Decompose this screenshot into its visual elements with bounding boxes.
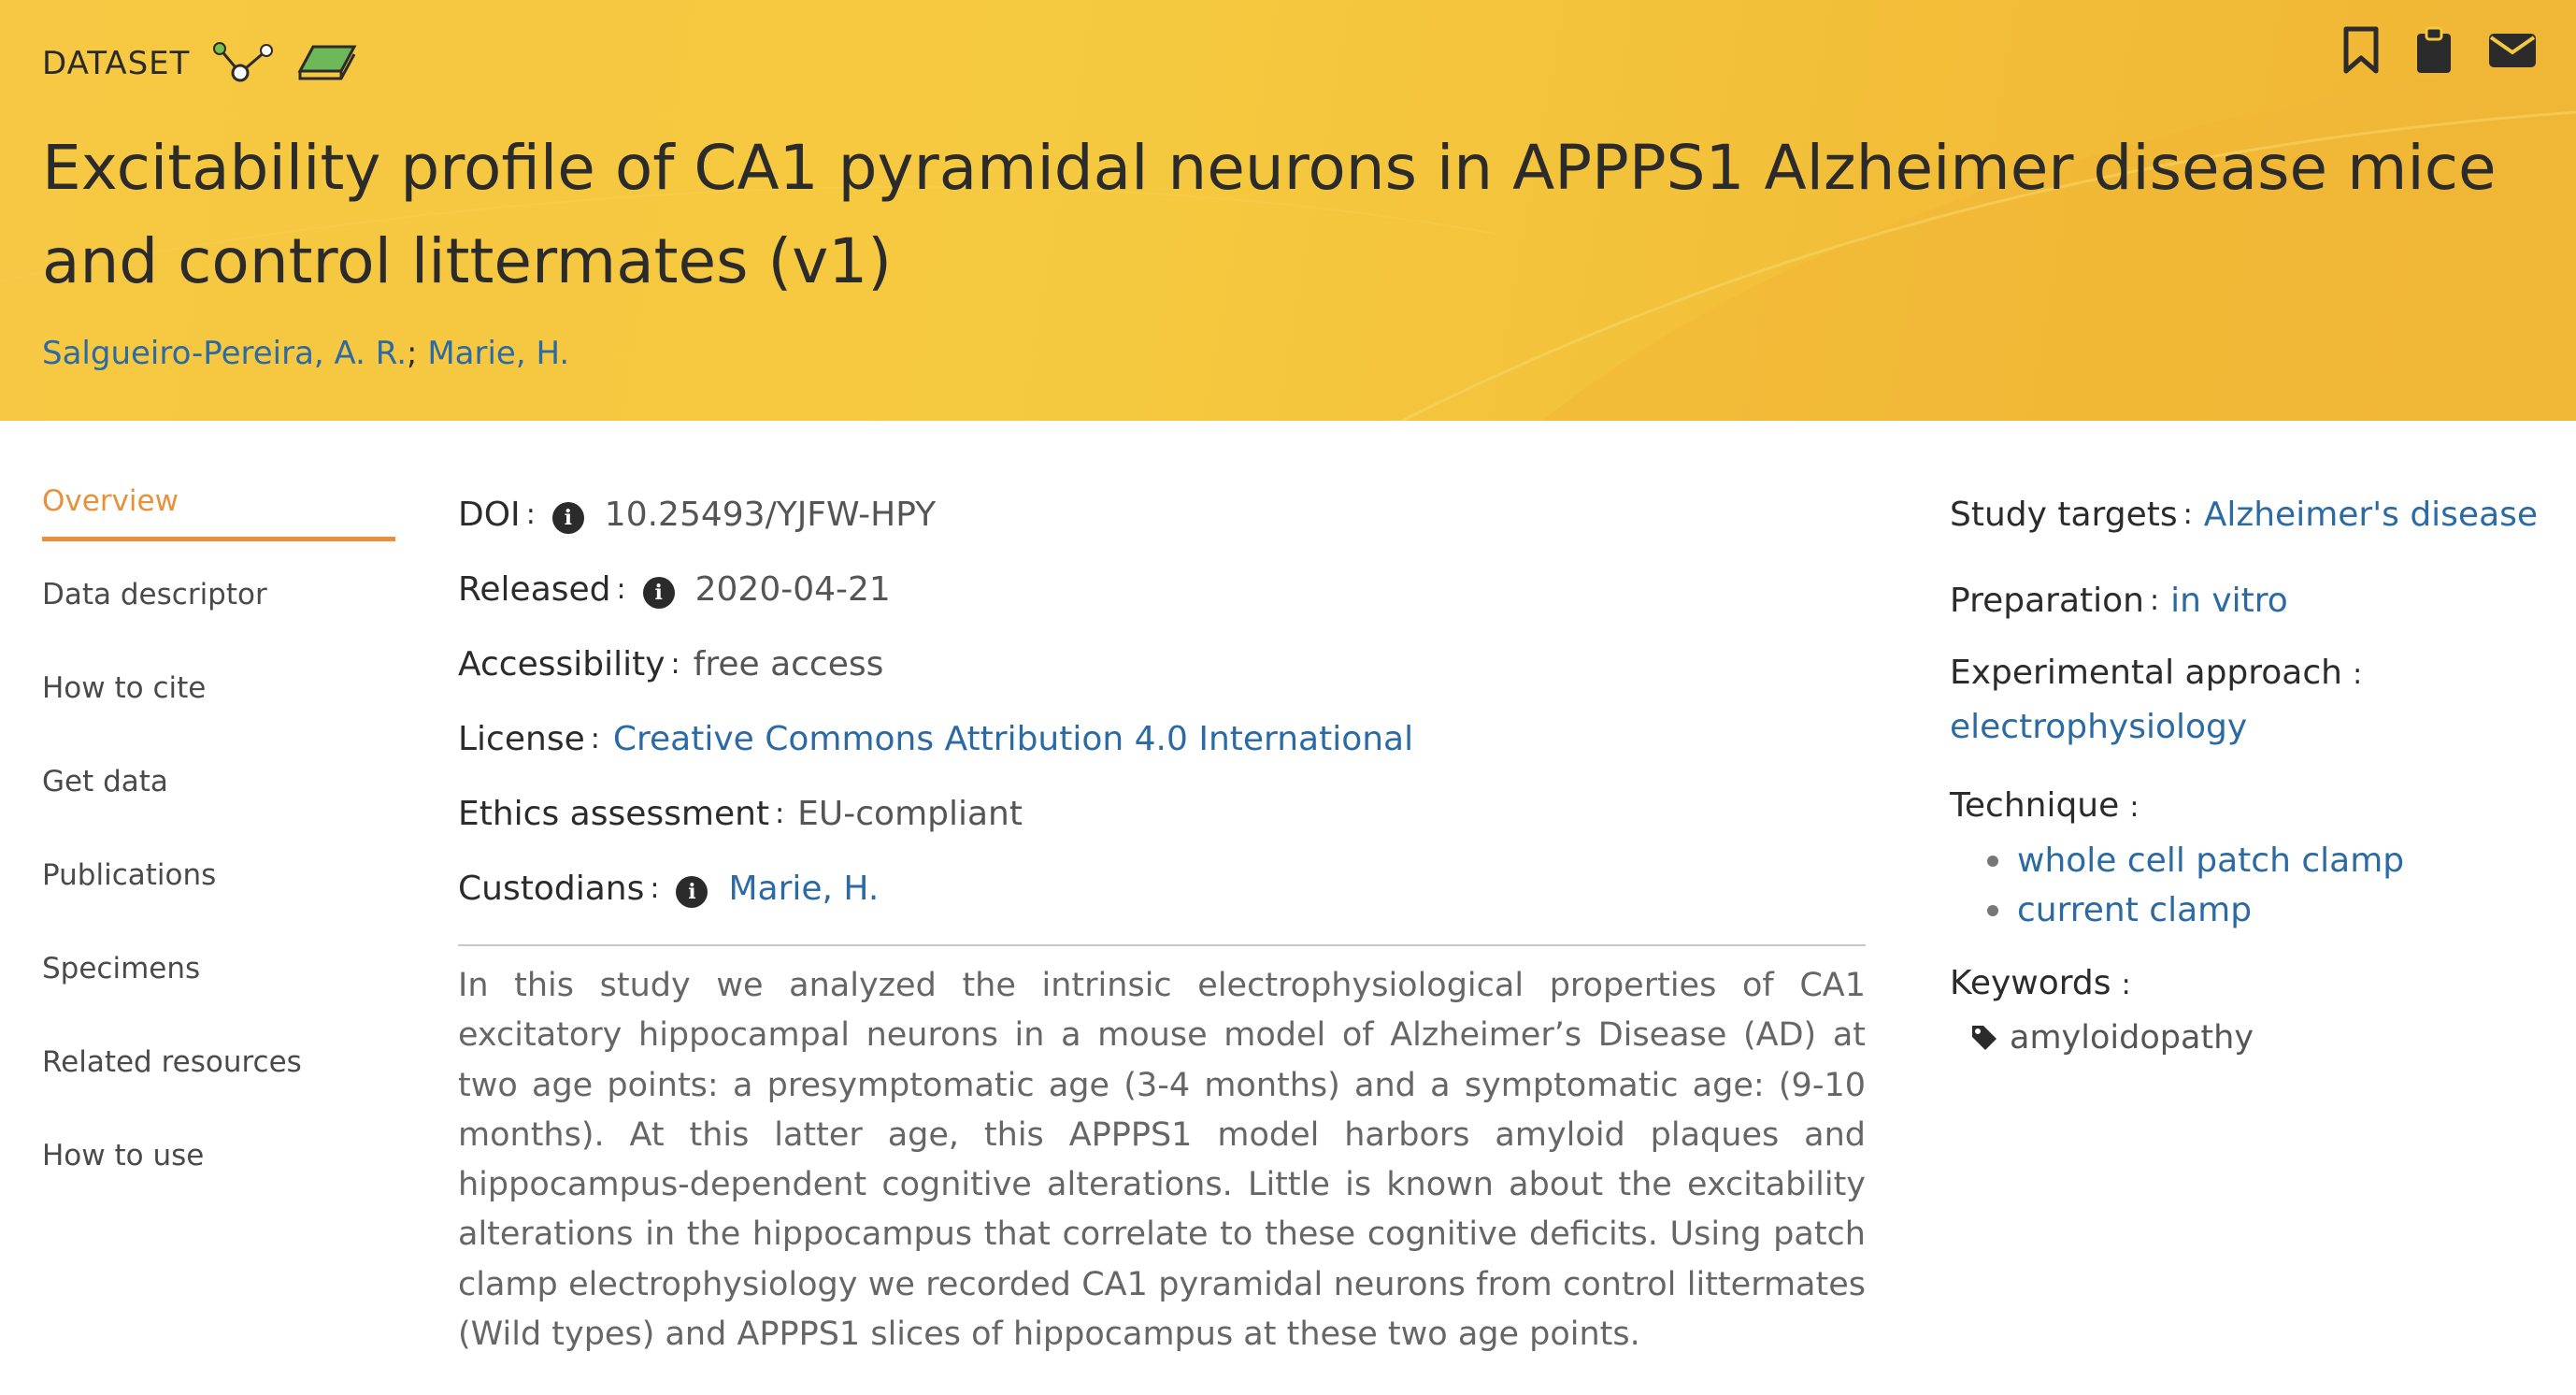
type-label: DATASET — [42, 45, 191, 82]
colon: : — [616, 572, 626, 606]
divider — [458, 944, 1866, 946]
keywords-label: Keywords — [1950, 964, 2111, 1002]
tag-icon — [1970, 1024, 1998, 1052]
custodians-row: Custodians : i Marie, H. — [458, 851, 1866, 926]
preparation-label: Preparation — [1950, 581, 2144, 620]
colon: : — [2129, 791, 2140, 824]
side-nav: Overview Data descriptor How to cite Get… — [42, 475, 395, 1223]
ethics-row: Ethics assessment : EU-compliant — [458, 776, 1866, 851]
study-target-link[interactable]: Alzheimer's disease — [2204, 496, 2538, 534]
technique-link[interactable]: current clamp — [2017, 885, 2252, 935]
ethics-value: EU-compliant — [797, 794, 1023, 833]
nav-item-data-descriptor[interactable]: Data descriptor — [42, 568, 395, 662]
nav-item-publications[interactable]: Publications — [42, 849, 395, 942]
abstract-text: In this study we analyzed the intrinsic … — [458, 967, 1866, 1354]
keyword-label: amyloidopathy — [2010, 1019, 2254, 1057]
released-value: 2020-04-21 — [694, 569, 891, 609]
colon: : — [2182, 497, 2193, 531]
license-label: License — [458, 719, 585, 758]
preparation-row: Preparation : in vitro — [1950, 563, 2548, 638]
released-label: Released — [458, 569, 611, 609]
doi-row: DOI : i 10.25493/YJFW-HPY — [458, 477, 1866, 552]
page-title: Excitability profile of CA1 pyramidal ne… — [42, 132, 2497, 297]
author-list: Salgueiro-Pereira, A. R.; Marie, H. — [42, 335, 569, 372]
nav-item-specimens[interactable]: Specimens — [42, 942, 395, 1036]
header-actions — [2342, 26, 2537, 79]
list-item: current clamp — [1987, 885, 2548, 935]
study-targets-row: Study targets : Alzheimer's disease — [1950, 477, 2548, 552]
approach-row: Experimental approach : electrophysiolog… — [1950, 649, 2548, 757]
doi-value: 10.25493/YJFW-HPY — [604, 495, 937, 534]
nav-item-how-to-use[interactable]: How to use — [42, 1129, 395, 1223]
technique-list: whole cell patch clamp current clamp — [1950, 836, 2548, 935]
list-item: whole cell patch clamp — [1987, 836, 2548, 885]
overview-main: DOI : i 10.25493/YJFW-HPY Released : i 2… — [458, 477, 1866, 1359]
doi-label: DOI — [458, 495, 521, 534]
author-link[interactable]: Salgueiro-Pereira, A. R. — [42, 335, 407, 372]
approach-link[interactable]: electrophysiology — [1950, 708, 2247, 746]
colon: : — [775, 797, 785, 830]
dataset-header: DATASET Excitability profile of CA1 pyra… — [0, 0, 2576, 421]
nav-item-related-resources[interactable]: Related resources — [42, 1036, 395, 1129]
nav-item-overview[interactable]: Overview — [42, 475, 395, 568]
custodians-label: Custodians — [458, 869, 645, 908]
bullet-icon — [1987, 855, 1998, 867]
technique-row: Technique : whole cell patch clamp curre… — [1950, 782, 2548, 935]
license-row: License : Creative Commons Attribution 4… — [458, 701, 1866, 776]
info-icon[interactable]: i — [676, 876, 708, 908]
keyword-item: amyloidopathy — [1950, 1014, 2548, 1062]
colon: : — [650, 871, 660, 905]
colon: : — [2149, 583, 2160, 617]
graph-icon — [210, 39, 276, 88]
type-row: DATASET — [42, 39, 358, 88]
accessibility-label: Accessibility — [458, 644, 665, 683]
accessibility-value: free access — [693, 644, 884, 683]
license-link[interactable]: Creative Commons Attribution 4.0 Interna… — [613, 720, 1413, 758]
technique-label: Technique — [1950, 786, 2120, 825]
dataset-properties: Study targets : Alzheimer's disease Prep… — [1950, 477, 2548, 1073]
released-row: Released : i 2020-04-21 — [458, 552, 1866, 626]
colon: : — [590, 722, 600, 755]
colon: : — [525, 497, 536, 531]
accessibility-row: Accessibility : free access — [458, 626, 1866, 701]
author-separator: ; — [407, 335, 418, 372]
info-icon[interactable]: i — [642, 577, 675, 609]
author-link[interactable]: Marie, H. — [427, 335, 569, 372]
custodian-link[interactable]: Marie, H. — [728, 870, 879, 908]
bullet-icon — [1987, 904, 1998, 916]
nav-item-get-data[interactable]: Get data — [42, 755, 395, 849]
preparation-link[interactable]: in vitro — [2170, 582, 2288, 620]
colon: : — [2353, 658, 2363, 691]
keywords-row: Keywords : amyloidopathy — [1950, 959, 2548, 1062]
clipboard-icon[interactable] — [2415, 26, 2453, 79]
nav-item-how-to-cite[interactable]: How to cite — [42, 662, 395, 755]
technique-link[interactable]: whole cell patch clamp — [2017, 836, 2404, 885]
ethics-label: Ethics assessment — [458, 794, 770, 833]
study-targets-label: Study targets — [1950, 495, 2178, 534]
bookmark-icon[interactable] — [2342, 26, 2380, 79]
colon: : — [2121, 969, 2131, 1001]
envelope-icon[interactable] — [2488, 32, 2537, 73]
approach-label: Experimental approach — [1950, 654, 2342, 692]
colon: : — [670, 647, 680, 681]
info-icon[interactable]: i — [551, 502, 584, 534]
book-icon — [296, 39, 358, 88]
